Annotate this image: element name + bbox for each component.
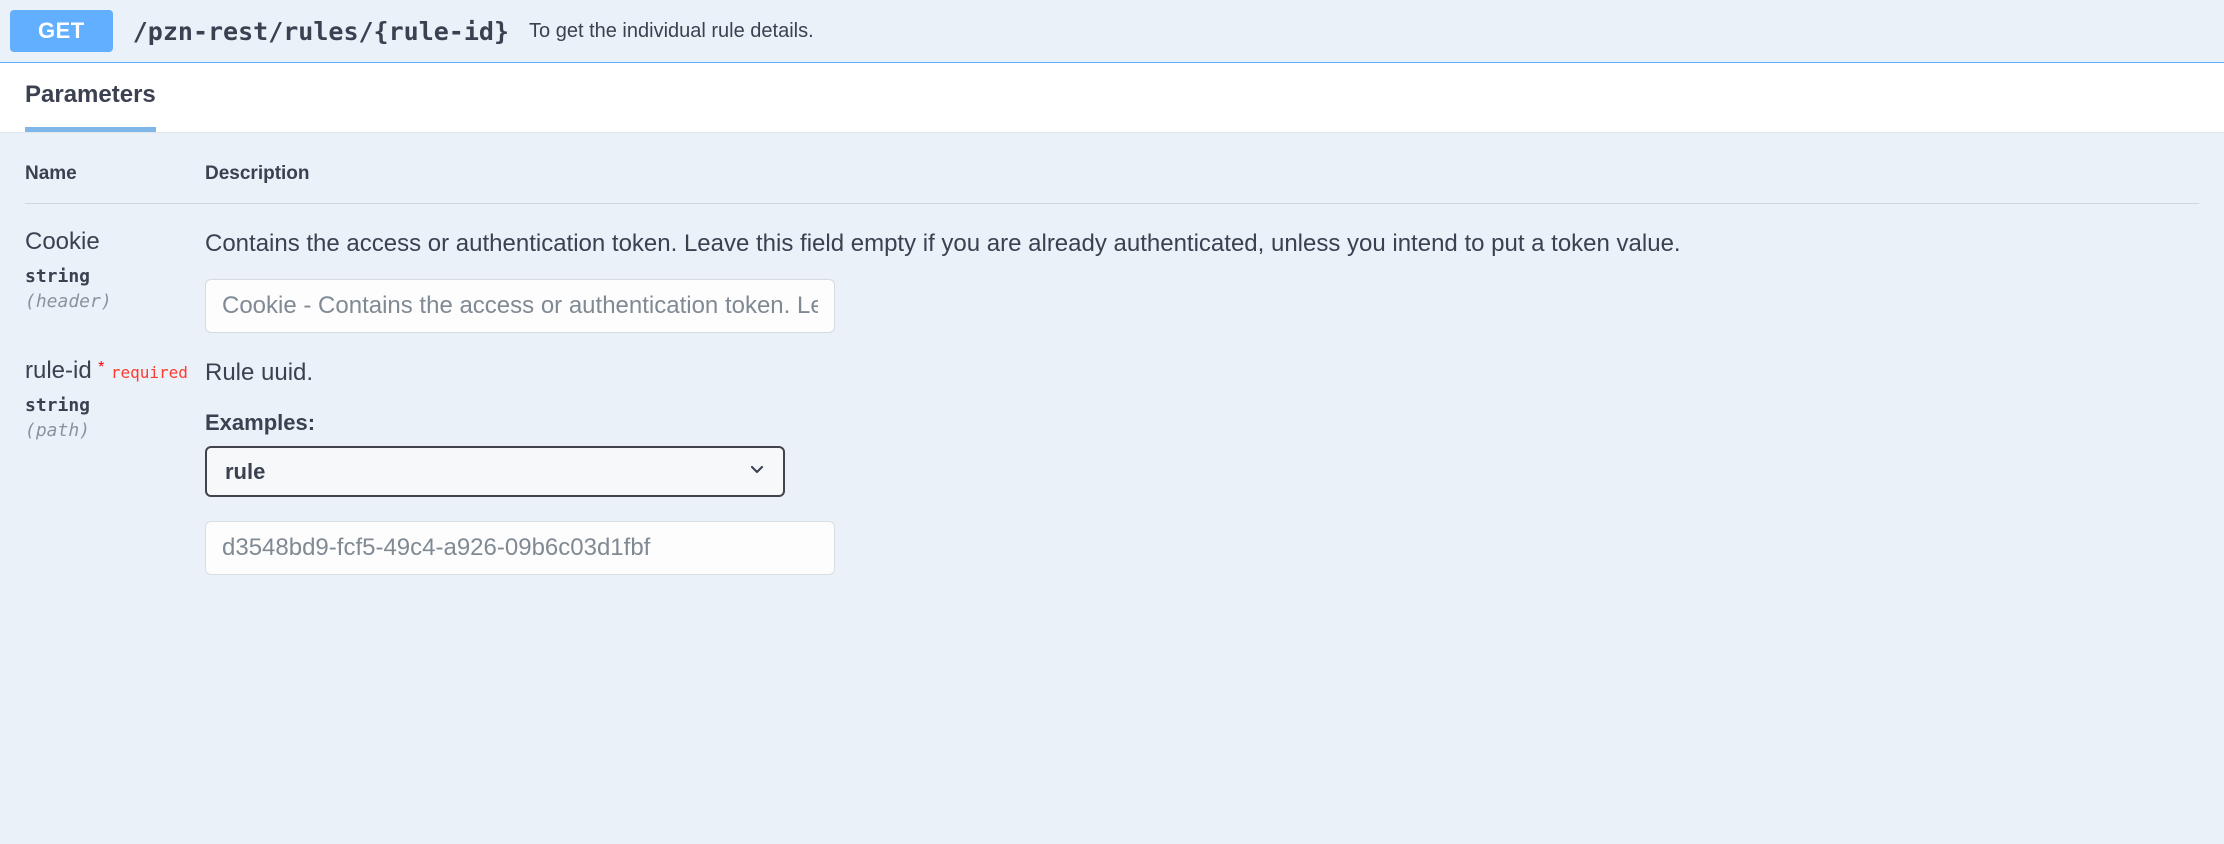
- table-row: rule-id * required string (path) Rule uu…: [25, 333, 2199, 575]
- parameters-table: Name Description Cookie string (header) …: [25, 163, 2199, 575]
- parameters-section: Name Description Cookie string (header) …: [0, 133, 2224, 605]
- required-label: required: [111, 363, 188, 382]
- tab-parameters[interactable]: Parameters: [25, 63, 156, 132]
- endpoint-header[interactable]: GET /pzn-rest/rules/{rule-id} To get the…: [0, 0, 2224, 63]
- param-description: Contains the access or authentication to…: [205, 228, 2199, 259]
- http-method-badge: GET: [10, 10, 113, 52]
- table-row: Cookie string (header) Contains the acce…: [25, 204, 2199, 334]
- param-location: (header): [25, 291, 205, 312]
- cookie-input[interactable]: [205, 279, 835, 333]
- column-header-name: Name: [25, 163, 205, 204]
- param-type: string: [25, 395, 205, 416]
- examples-select[interactable]: rule: [205, 446, 785, 497]
- param-description: Rule uuid.: [205, 357, 2199, 388]
- param-location: (path): [25, 420, 205, 441]
- required-star-icon: *: [98, 359, 104, 376]
- examples-label: Examples:: [205, 410, 2199, 436]
- example-value-display: d3548bd9-fcf5-49c4-a926-09b6c03d1fbf: [205, 521, 835, 575]
- endpoint-path: /pzn-rest/rules/{rule-id}: [133, 17, 509, 46]
- param-type: string: [25, 266, 205, 287]
- param-name-cookie: Cookie: [25, 228, 100, 256]
- column-header-description: Description: [205, 163, 2199, 204]
- endpoint-summary: To get the individual rule details.: [529, 20, 814, 43]
- param-name-rule-id: rule-id: [25, 357, 92, 385]
- tabs-bar: Parameters: [0, 63, 2224, 133]
